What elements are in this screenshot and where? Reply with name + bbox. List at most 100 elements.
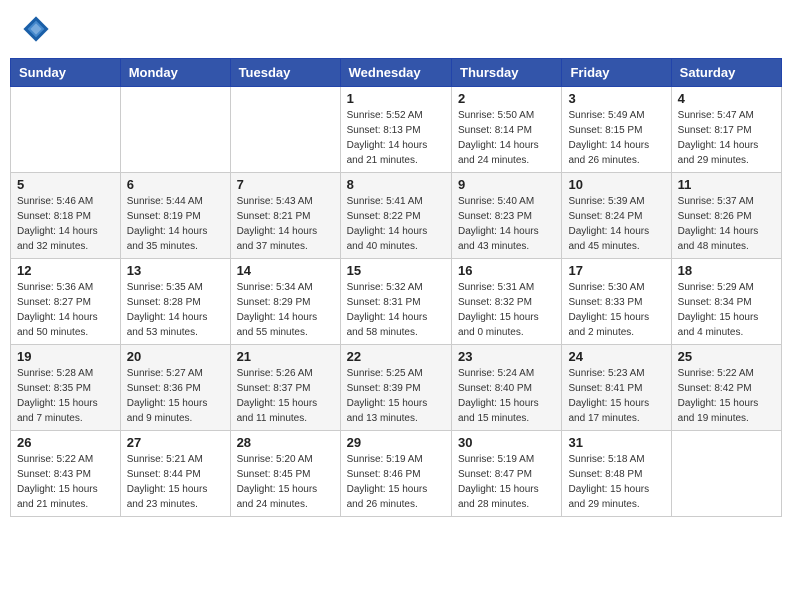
day-info: Sunrise: 5:28 AM Sunset: 8:35 PM Dayligh… <box>17 366 114 426</box>
day-info: Sunrise: 5:35 AM Sunset: 8:28 PM Dayligh… <box>127 280 224 340</box>
day-info: Sunrise: 5:46 AM Sunset: 8:18 PM Dayligh… <box>17 194 114 254</box>
day-number: 3 <box>568 91 664 106</box>
day-number: 10 <box>568 177 664 192</box>
calendar-header-row: SundayMondayTuesdayWednesdayThursdayFrid… <box>11 59 782 87</box>
day-info: Sunrise: 5:22 AM Sunset: 8:43 PM Dayligh… <box>17 452 114 512</box>
day-info: Sunrise: 5:44 AM Sunset: 8:19 PM Dayligh… <box>127 194 224 254</box>
day-info: Sunrise: 5:41 AM Sunset: 8:22 PM Dayligh… <box>347 194 445 254</box>
calendar-cell: 8Sunrise: 5:41 AM Sunset: 8:22 PM Daylig… <box>340 173 451 259</box>
calendar-cell: 16 Sunrise: 5:31 AM Sunset: 8:32 PM Dayli… <box>452 259 562 345</box>
calendar-cell: 7 Sunrise: 5:43 AM Sunset: 8:21 PM Daylig… <box>230 173 340 259</box>
col-header-friday: Friday <box>562 59 671 87</box>
day-info: Sunrise: 5:18 AM Sunset: 8:48 PM Dayligh… <box>568 452 664 512</box>
day-number: 16 <box>458 263 555 278</box>
day-number: 31 <box>568 435 664 450</box>
calendar-cell: 13 Sunrise: 5:35 AM Sunset: 8:28 PM Dayli… <box>120 259 230 345</box>
day-info: Sunrise: 5:19 AM Sunset: 8:46 PM Dayligh… <box>347 452 445 512</box>
calendar-cell: 10 Sunrise: 5:39 AM Sunset: 8:24 PM Dayli… <box>562 173 671 259</box>
day-info: Sunrise: 5:30 AM Sunset: 8:33 PM Dayligh… <box>568 280 664 340</box>
calendar-cell: 21Sunrise: 5:26 AM Sunset: 8:37 PM Dayli… <box>230 345 340 431</box>
day-number: 12 <box>17 263 114 278</box>
day-number: 2 <box>458 91 555 106</box>
day-info: Sunrise: 5:34 AM Sunset: 8:29 PM Dayligh… <box>237 280 334 340</box>
calendar-week-row: 19 Sunrise: 5:28 AM Sunset: 8:35 PM Dayli… <box>11 345 782 431</box>
calendar-cell: 6 Sunrise: 5:44 AM Sunset: 8:19 PM Daylig… <box>120 173 230 259</box>
day-info: Sunrise: 5:27 AM Sunset: 8:36 PM Dayligh… <box>127 366 224 426</box>
day-info: Sunrise: 5:47 AM Sunset: 8:17 PM Dayligh… <box>678 108 775 168</box>
day-info: Sunrise: 5:43 AM Sunset: 8:21 PM Dayligh… <box>237 194 334 254</box>
calendar-cell: 12 Sunrise: 5:36 AM Sunset: 8:27 PM Dayli… <box>11 259 121 345</box>
calendar-cell <box>671 431 781 517</box>
day-number: 9 <box>458 177 555 192</box>
calendar-week-row: 5Sunrise: 5:46 AM Sunset: 8:18 PM Daylig… <box>11 173 782 259</box>
logo-icon <box>22 15 50 43</box>
calendar-cell: 24 Sunrise: 5:23 AM Sunset: 8:41 PM Dayli… <box>562 345 671 431</box>
calendar-cell: 15 Sunrise: 5:32 AM Sunset: 8:31 PM Dayli… <box>340 259 451 345</box>
calendar-cell: 28 Sunrise: 5:20 AM Sunset: 8:45 PM Dayli… <box>230 431 340 517</box>
calendar-cell: 5Sunrise: 5:46 AM Sunset: 8:18 PM Daylig… <box>11 173 121 259</box>
day-number: 20 <box>127 349 224 364</box>
day-number: 11 <box>678 177 775 192</box>
logo <box>20 15 50 43</box>
day-info: Sunrise: 5:25 AM Sunset: 8:39 PM Dayligh… <box>347 366 445 426</box>
day-info: Sunrise: 5:23 AM Sunset: 8:41 PM Dayligh… <box>568 366 664 426</box>
calendar-cell: 3 Sunrise: 5:49 AM Sunset: 8:15 PM Daylig… <box>562 87 671 173</box>
day-info: Sunrise: 5:36 AM Sunset: 8:27 PM Dayligh… <box>17 280 114 340</box>
day-info: Sunrise: 5:40 AM Sunset: 8:23 PM Dayligh… <box>458 194 555 254</box>
day-number: 1 <box>347 91 445 106</box>
calendar-week-row: 26 Sunrise: 5:22 AM Sunset: 8:43 PM Dayli… <box>11 431 782 517</box>
day-info: Sunrise: 5:50 AM Sunset: 8:14 PM Dayligh… <box>458 108 555 168</box>
day-number: 22 <box>347 349 445 364</box>
calendar-cell: 29 Sunrise: 5:19 AM Sunset: 8:46 PM Dayli… <box>340 431 451 517</box>
calendar-cell <box>120 87 230 173</box>
page-header <box>10 10 782 48</box>
day-info: Sunrise: 5:24 AM Sunset: 8:40 PM Dayligh… <box>458 366 555 426</box>
day-number: 24 <box>568 349 664 364</box>
day-info: Sunrise: 5:49 AM Sunset: 8:15 PM Dayligh… <box>568 108 664 168</box>
calendar-week-row: 1 Sunrise: 5:52 AM Sunset: 8:13 PM Daylig… <box>11 87 782 173</box>
day-info: Sunrise: 5:29 AM Sunset: 8:34 PM Dayligh… <box>678 280 775 340</box>
day-info: Sunrise: 5:22 AM Sunset: 8:42 PM Dayligh… <box>678 366 775 426</box>
calendar-cell: 23 Sunrise: 5:24 AM Sunset: 8:40 PM Dayli… <box>452 345 562 431</box>
day-info: Sunrise: 5:32 AM Sunset: 8:31 PM Dayligh… <box>347 280 445 340</box>
calendar-cell <box>230 87 340 173</box>
day-number: 23 <box>458 349 555 364</box>
calendar-table: SundayMondayTuesdayWednesdayThursdayFrid… <box>10 58 782 517</box>
calendar-cell: 17 Sunrise: 5:30 AM Sunset: 8:33 PM Dayli… <box>562 259 671 345</box>
col-header-sunday: Sunday <box>11 59 121 87</box>
day-info: Sunrise: 5:20 AM Sunset: 8:45 PM Dayligh… <box>237 452 334 512</box>
day-number: 14 <box>237 263 334 278</box>
day-info: Sunrise: 5:52 AM Sunset: 8:13 PM Dayligh… <box>347 108 445 168</box>
day-number: 26 <box>17 435 114 450</box>
calendar-cell: 18 Sunrise: 5:29 AM Sunset: 8:34 PM Dayli… <box>671 259 781 345</box>
day-info: Sunrise: 5:19 AM Sunset: 8:47 PM Dayligh… <box>458 452 555 512</box>
day-info: Sunrise: 5:37 AM Sunset: 8:26 PM Dayligh… <box>678 194 775 254</box>
day-number: 25 <box>678 349 775 364</box>
day-number: 30 <box>458 435 555 450</box>
day-number: 6 <box>127 177 224 192</box>
col-header-monday: Monday <box>120 59 230 87</box>
calendar-cell: 11 Sunrise: 5:37 AM Sunset: 8:26 PM Dayli… <box>671 173 781 259</box>
day-info: Sunrise: 5:21 AM Sunset: 8:44 PM Dayligh… <box>127 452 224 512</box>
day-info: Sunrise: 5:39 AM Sunset: 8:24 PM Dayligh… <box>568 194 664 254</box>
day-number: 21 <box>237 349 334 364</box>
day-number: 18 <box>678 263 775 278</box>
col-header-saturday: Saturday <box>671 59 781 87</box>
calendar-cell <box>11 87 121 173</box>
day-number: 27 <box>127 435 224 450</box>
day-number: 19 <box>17 349 114 364</box>
day-number: 13 <box>127 263 224 278</box>
day-number: 17 <box>568 263 664 278</box>
day-number: 15 <box>347 263 445 278</box>
col-header-thursday: Thursday <box>452 59 562 87</box>
calendar-cell: 19 Sunrise: 5:28 AM Sunset: 8:35 PM Dayli… <box>11 345 121 431</box>
calendar-cell: 4 Sunrise: 5:47 AM Sunset: 8:17 PM Daylig… <box>671 87 781 173</box>
calendar-cell: 27 Sunrise: 5:21 AM Sunset: 8:44 PM Dayli… <box>120 431 230 517</box>
calendar-cell: 2 Sunrise: 5:50 AM Sunset: 8:14 PM Daylig… <box>452 87 562 173</box>
calendar-cell: 1 Sunrise: 5:52 AM Sunset: 8:13 PM Daylig… <box>340 87 451 173</box>
day-number: 4 <box>678 91 775 106</box>
day-number: 29 <box>347 435 445 450</box>
day-info: Sunrise: 5:31 AM Sunset: 8:32 PM Dayligh… <box>458 280 555 340</box>
day-number: 28 <box>237 435 334 450</box>
day-number: 7 <box>237 177 334 192</box>
